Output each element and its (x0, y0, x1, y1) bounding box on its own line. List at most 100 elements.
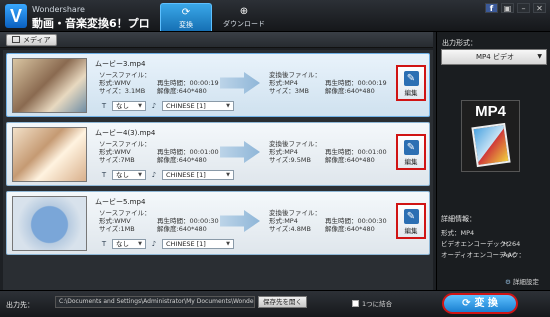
output-size: サイズ:4.8MB (269, 225, 311, 233)
output-label: 変換後ファイル： (269, 140, 321, 148)
source-info: ソースファイル： 形式:WMV サイズ:1MB (99, 209, 151, 233)
subtitle-select[interactable]: なし ▼ (112, 101, 146, 111)
output-path-field[interactable]: C:\Documents and Settings\Administrator\… (55, 296, 255, 308)
bottom-bar: 出力先： C:\Documents and Settings\Administr… (0, 290, 550, 317)
file-name: ムービー3.mp4 (95, 60, 146, 68)
source-duration: 再生時間：00:00:30 (157, 217, 219, 225)
output-duration: 再生時間：00:01:00 (325, 148, 387, 156)
output-duration: 再生時間：00:00:30 (325, 217, 387, 225)
convert-arrow-icon (220, 210, 260, 232)
source-resolution: 解像度:640*480 (157, 156, 207, 164)
toolbar: メディア (0, 32, 433, 48)
open-folder-button[interactable]: 保存先を開く (258, 296, 307, 308)
source-label: ソースファイル： (99, 209, 151, 217)
list-item[interactable]: ムービー3.mp4 ソースファイル： 形式:WMV サイズ：3.1MB 再生時間… (6, 53, 430, 117)
subtitle-value: なし (116, 101, 129, 110)
chevron-down-icon: ▼ (226, 240, 230, 247)
item-controls: T なし ▼ ♪ CHINESE [1] ▼ (99, 170, 234, 181)
output-format-label: 出力形式： (442, 39, 477, 47)
output-info: 変換後ファイル： 形式:MP4 サイズ:9.5MB (269, 140, 321, 164)
advanced-settings-link[interactable]: ⚙ 詳細設定 (505, 276, 539, 286)
skin-icon[interactable]: ▣ (501, 3, 514, 13)
edit-button[interactable]: ✎ 編集 (396, 203, 426, 239)
source-format: 形式:WMV (99, 79, 131, 87)
source-resolution: 解像度:640*480 (157, 225, 207, 233)
edit-icon: ✎ (403, 209, 419, 224)
add-media-button[interactable]: メディア (6, 34, 57, 46)
source-format: 形式:WMV (99, 217, 131, 225)
tab-download[interactable]: ⊕ ダウンロード (214, 3, 274, 31)
add-media-label: メディア (23, 36, 51, 44)
source-label: ソースファイル： (99, 140, 151, 148)
edit-button[interactable]: ✎ 編集 (396, 134, 426, 170)
brand-name: Wondershare (32, 5, 85, 14)
detail-value: AAC (503, 251, 517, 259)
app-window: V Wondershare 動画・音楽変換6！プロ ⟳ 変換 ⊕ ダウンロード … (0, 0, 550, 317)
download-tab-icon: ⊕ (239, 6, 249, 17)
output-meta: 再生時間：00:00:19 解像度:640*480 (325, 79, 387, 95)
video-thumbnail[interactable] (12, 127, 87, 182)
edit-button[interactable]: ✎ 編集 (396, 65, 426, 101)
chevron-down-icon: ▼ (537, 53, 542, 60)
audio-track-select[interactable]: CHINESE [1] ▼ (162, 170, 234, 180)
close-button[interactable]: ✕ (533, 3, 546, 13)
advanced-settings-label: 詳細設定 (512, 278, 539, 286)
audio-track-value: CHINESE [1] (166, 170, 206, 179)
audio-track-value: CHINESE [1] (166, 101, 206, 110)
source-meta: 再生時間：00:00:30 解像度:640*480 (157, 217, 219, 233)
convert-arrow-icon (220, 141, 260, 163)
subtitle-select[interactable]: なし ▼ (112, 239, 146, 249)
convert-tab-icon: ⟳ (181, 7, 191, 18)
source-info: ソースファイル： 形式:WMV サイズ:7MB (99, 140, 151, 164)
output-duration: 再生時間：00:00:19 (325, 79, 387, 87)
film-icon (471, 122, 511, 168)
video-thumbnail[interactable] (12, 58, 87, 113)
output-format: 形式:MP4 (269, 217, 298, 225)
output-format-value: MP4 ビデオ (476, 53, 514, 61)
merge-checkbox[interactable]: 1つに結合 (352, 298, 392, 308)
edit-label: 編集 (404, 227, 418, 235)
video-thumbnail[interactable] (12, 196, 87, 251)
media-icon (12, 36, 20, 43)
source-meta: 再生時間：00:01:00 解像度:640*480 (157, 148, 219, 164)
output-size: サイズ:9.5MB (269, 156, 311, 164)
window-controls: f ▣ – ✕ (485, 3, 546, 13)
checkbox-icon[interactable] (352, 300, 359, 307)
mp4-format-icon[interactable]: MP4 (461, 100, 520, 172)
audio-track-value: CHINESE [1] (166, 239, 206, 248)
output-info: 変換後ファイル： 形式:MP4 サイズ:4.8MB (269, 209, 321, 233)
output-resolution: 解像度:640*480 (325, 87, 375, 95)
subtitle-icon: T (101, 240, 107, 248)
facebook-icon[interactable]: f (485, 3, 498, 13)
source-format: 形式:WMV (99, 148, 131, 156)
gear-icon: ⚙ (505, 278, 511, 286)
list-item[interactable]: ムービー5.mp4 ソースファイル： 形式:WMV サイズ:1MB 再生時間：0… (6, 191, 430, 255)
output-format: 形式:MP4 (269, 79, 298, 87)
tab-convert[interactable]: ⟳ 変換 (160, 3, 212, 31)
source-resolution: 解像度:640*480 (157, 87, 207, 95)
edit-icon: ✎ (403, 71, 419, 86)
output-resolution: 解像度:640*480 (325, 156, 375, 164)
convert-button[interactable]: ⟳ 変 換 (442, 293, 518, 314)
audio-icon: ♪ (151, 171, 157, 179)
detail-value: H264 (503, 240, 521, 248)
detail-row: オーディオエンコーデック： AAC (441, 250, 525, 261)
output-format-select[interactable]: MP4 ビデオ ▼ (441, 49, 547, 65)
output-size: サイズ：3MB (269, 87, 310, 95)
output-label: 変換後ファイル： (269, 209, 321, 217)
subtitle-select[interactable]: なし ▼ (112, 170, 146, 180)
subtitle-icon: T (101, 171, 107, 179)
file-name: ムービー4(3).mp4 (95, 129, 156, 137)
list-item[interactable]: ムービー4(3).mp4 ソースファイル： 形式:WMV サイズ:7MB 再生時… (6, 122, 430, 186)
audio-track-select[interactable]: CHINESE [1] ▼ (162, 239, 234, 249)
source-info: ソースファイル： 形式:WMV サイズ：3.1MB (99, 71, 151, 95)
subtitle-value: なし (116, 170, 129, 179)
source-duration: 再生時間：00:00:19 (157, 79, 219, 87)
detail-info: 形式：MP4 ビデオエンコーデック： H264 オーディオエンコーデック： AAC (441, 228, 525, 261)
source-duration: 再生時間：00:01:00 (157, 148, 219, 156)
audio-track-select[interactable]: CHINESE [1] ▼ (162, 101, 234, 111)
output-label: 変換後ファイル： (269, 71, 321, 79)
detail-row: ビデオエンコーデック： H264 (441, 239, 525, 250)
minimize-button[interactable]: – (517, 3, 530, 13)
app-title: 動画・音楽変換6！プロ (32, 17, 150, 30)
